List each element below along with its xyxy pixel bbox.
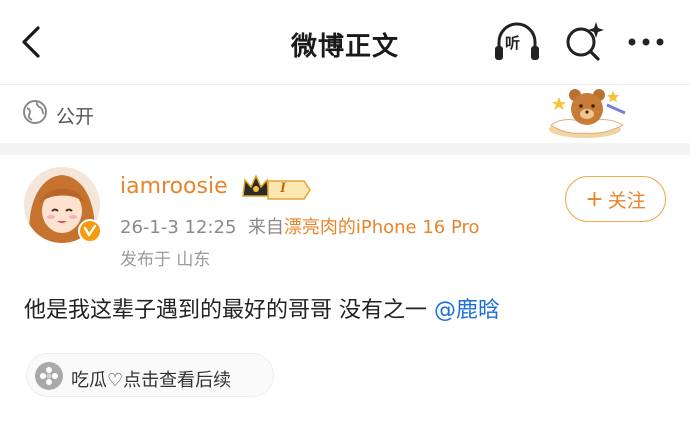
follow-label: 关注	[607, 189, 646, 212]
teddy-bear-sticker-icon	[549, 89, 626, 138]
visibility-label: 公开	[56, 106, 95, 128]
plus-icon: +	[585, 186, 604, 212]
level-badge-shape-icon	[267, 180, 311, 200]
follow-button[interactable]: + 关注	[565, 176, 666, 222]
post-text: 他是我这辈子遇到的最好的哥哥 没有之一 @鹿晗	[24, 292, 500, 324]
search-button[interactable]	[560, 18, 608, 66]
verified-badge-icon	[78, 219, 102, 243]
topic-chip[interactable]: 吃瓜♡点击查看后续	[26, 353, 274, 397]
more-dots-icon	[628, 38, 664, 46]
more-options-button[interactable]	[622, 26, 670, 58]
globe-icon	[23, 100, 47, 124]
topic-chip-label: 吃瓜♡点击查看后续	[71, 370, 232, 391]
search-sparkle-icon	[566, 22, 604, 61]
listen-button[interactable]: 听	[492, 20, 542, 64]
mention-link[interactable]: @鹿晗	[434, 298, 500, 323]
post-source-device[interactable]: 漂亮肉的iPhone 16 Pro	[284, 217, 480, 238]
post-meta: 26-1-3 12:25 来自漂亮肉的iPhone 16 Pro	[120, 213, 480, 239]
member-level-text: I	[280, 180, 286, 196]
visibility-row: 公开	[0, 85, 690, 143]
post-body: 他是我这辈子遇到的最好的哥哥 没有之一	[24, 298, 427, 323]
username[interactable]: iamroosie	[120, 174, 228, 199]
member-level-badge[interactable]: I	[266, 179, 312, 201]
post-source-prefix: 来自	[247, 217, 284, 238]
flower-icon	[35, 362, 63, 390]
top-nav-bar: 微博正文 听	[0, 0, 690, 84]
post-location: 发布于 山东	[120, 250, 211, 270]
listen-label: 听	[505, 34, 521, 52]
section-gap	[0, 143, 690, 155]
post-timestamp: 26-1-3 12:25	[120, 217, 237, 238]
